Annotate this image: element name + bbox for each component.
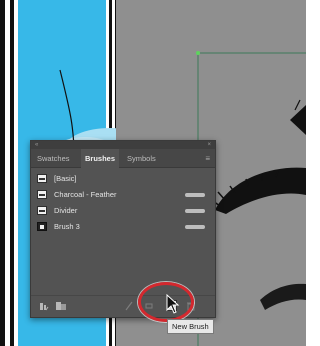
brush-label: [Basic] <box>54 174 77 183</box>
remove-brush-stroke-icon[interactable] <box>124 301 134 312</box>
tab-brushes[interactable]: Brushes <box>81 149 120 168</box>
brush-stroke-preview <box>185 209 205 213</box>
brush-row-divider[interactable]: Divider <box>31 203 215 219</box>
brush-thumbnail <box>37 206 47 215</box>
brush-row-charcoal-feather[interactable]: Charcoal - Feather <box>31 187 215 203</box>
brush-thumbnail <box>37 190 47 199</box>
brush-thumbnail <box>37 174 47 183</box>
brush-stroke-preview <box>185 225 205 229</box>
panel-titlebar[interactable]: « × <box>31 141 215 149</box>
brush-stroke-preview <box>185 193 205 197</box>
brush-label: Brush 3 <box>54 222 80 231</box>
brush-list: [Basic] Charcoal - Feather Divider Brush… <box>31 171 215 235</box>
brush-label: Divider <box>54 206 78 215</box>
panel-tabs: Swatches Brushes Symbols ≡ <box>31 149 215 168</box>
anchor-point <box>196 51 200 55</box>
brush-label: Charcoal - Feather <box>54 190 117 199</box>
brush-libraries-icon[interactable] <box>39 301 49 312</box>
brush-row-brush-3[interactable]: Brush 3 <box>31 219 215 235</box>
brush-row-basic[interactable]: [Basic] <box>31 171 215 187</box>
tab-symbols[interactable]: Symbols <box>123 149 160 168</box>
panel-menu-icon[interactable]: ≡ <box>205 154 210 163</box>
double-chevron-icon[interactable]: « <box>35 141 38 149</box>
close-icon[interactable]: × <box>207 141 211 149</box>
tab-swatches[interactable]: Swatches <box>33 149 74 168</box>
tooltip: New Brush <box>167 319 214 334</box>
mouse-cursor-icon <box>166 294 180 314</box>
canvas[interactable]: « × Swatches Brushes Symbols ≡ [Basic] C… <box>0 0 306 346</box>
brush-thumbnail <box>37 222 47 231</box>
libraries-panel-icon[interactable] <box>55 301 67 312</box>
